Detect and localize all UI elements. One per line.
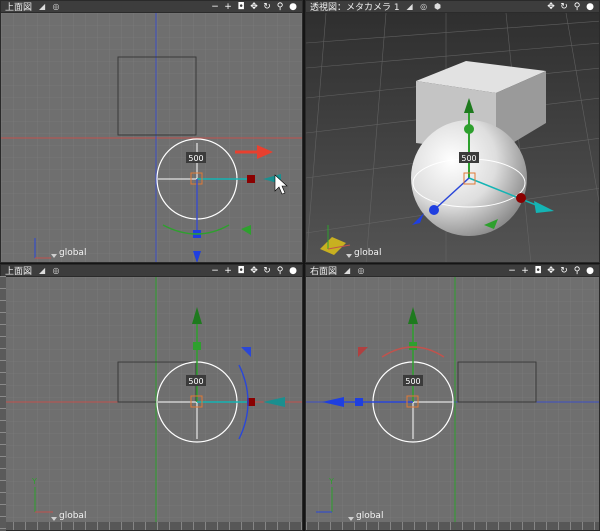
viewport-top-right[interactable]: 透視図：メタカメラ 1 ◢ ◎ ⬢ ✥ ↻ ⚲ ● 500 global [305,0,600,263]
camera-icon[interactable]: ◘ [533,266,543,276]
axis-label-y: Y [328,477,334,486]
zoom-icon[interactable]: ⚲ [572,2,582,12]
camera-icon[interactable]: ◘ [236,2,246,12]
cube-icon[interactable]: ⬢ [434,2,442,11]
display-mode-icon[interactable]: ◎ [52,2,60,11]
viewport-canvas[interactable]: 500 [306,13,600,263]
viewport-canvas[interactable]: 500 Y [1,277,303,531]
viewport-titlebar: 上面図 ◢ ◎ − + ◘ ✥ ↻ ⚲ ● [1,1,302,13]
render-sphere-icon[interactable]: ● [288,2,298,12]
coordinate-system-label[interactable]: global [59,248,86,258]
zoom-icon[interactable]: ⚲ [572,266,582,276]
zoom-in-icon[interactable]: + [520,266,530,276]
camera-icon[interactable]: ◘ [236,266,246,276]
pan-icon[interactable]: ✥ [546,266,556,276]
pan-icon[interactable]: ✥ [546,2,556,12]
zoom-out-icon[interactable]: − [210,266,220,276]
zoom-in-icon[interactable]: + [223,266,233,276]
render-sphere-icon[interactable]: ● [585,2,595,12]
display-mode-icon[interactable]: ◎ [357,266,365,275]
rotate-icon[interactable]: ↻ [559,2,569,12]
viewport-top-left[interactable]: 上面図 ◢ ◎ − + ◘ ✥ ↻ ⚲ ● 500 global [0,0,303,263]
zoom-out-icon[interactable]: − [210,2,220,12]
axis-label-y: Y [31,477,37,486]
viewport-titlebar: 透視図：メタカメラ 1 ◢ ◎ ⬢ ✥ ↻ ⚲ ● [306,1,599,13]
zoom-in-icon[interactable]: + [223,2,233,12]
global-dropdown-arrow[interactable] [348,517,354,521]
bottom-ruler [306,522,599,530]
pan-icon[interactable]: ✥ [249,2,259,12]
render-sphere-icon[interactable]: ● [585,266,595,276]
viewport-title: 右面図 [310,267,338,277]
viewport-canvas[interactable]: 500 Y [306,277,600,531]
global-dropdown-arrow[interactable] [51,254,57,258]
zoom-icon[interactable]: ⚲ [275,2,285,12]
z-scale-handle[interactable] [429,205,439,215]
viewport-title: 上面図 [5,3,33,13]
coordinate-system-label[interactable]: global [354,248,381,258]
size-label: 500 [405,377,420,386]
menu-icon[interactable]: ◢ [406,2,414,11]
bottom-ruler [1,522,302,530]
viewport-tools: − + ◘ ✥ ↻ ⚲ ● [507,266,595,276]
viewport-canvas[interactable]: 500 [1,13,303,263]
pan-icon[interactable]: ✥ [249,266,259,276]
viewport-title: 透視図：メタカメラ 1 [310,3,400,13]
rotate-icon[interactable]: ↻ [262,2,272,12]
viewport-tools: − + ◘ ✥ ↻ ⚲ ● [210,266,298,276]
y-scale-handle[interactable] [464,124,474,134]
menu-icon[interactable]: ◢ [38,2,46,11]
size-label: 500 [188,154,203,163]
viewport-titlebar: 上面図 ◢ ◎ − + ◘ ✥ ↻ ⚲ ● [1,265,302,277]
zoom-out-icon[interactable]: − [507,266,517,276]
display-mode-icon[interactable]: ◎ [52,266,60,275]
app-window: 上面図 ◢ ◎ − + ◘ ✥ ↻ ⚲ ● 500 global 透視図：メタカ… [0,0,600,531]
menu-icon[interactable]: ◢ [343,266,351,275]
left-ruler [0,276,6,531]
size-label: 500 [461,154,476,163]
size-label: 500 [188,377,203,386]
zoom-icon[interactable]: ⚲ [275,266,285,276]
display-mode-icon[interactable]: ◎ [420,2,428,11]
y-scale-handle[interactable] [409,342,417,350]
global-dropdown-arrow[interactable] [346,254,352,258]
viewport-tools: ✥ ↻ ⚲ ● [546,2,595,12]
render-sphere-icon[interactable]: ● [288,266,298,276]
viewport-bottom-right[interactable]: 右面図 ◢ ◎ − + ◘ ✥ ↻ ⚲ ● 500 Y global [305,264,600,531]
z-scale-handle[interactable] [355,398,363,406]
x-scale-handle[interactable] [247,175,255,183]
rotate-icon[interactable]: ↻ [262,266,272,276]
coordinate-system-label[interactable]: global [59,511,86,521]
global-dropdown-arrow[interactable] [51,517,57,521]
rotate-icon[interactable]: ↻ [559,266,569,276]
viewport-titlebar: 右面図 ◢ ◎ − + ◘ ✥ ↻ ⚲ ● [306,265,599,277]
y-scale-handle[interactable] [193,342,201,350]
x-scale-handle[interactable] [516,193,526,203]
viewport-title: 上面図 [5,267,33,277]
menu-icon[interactable]: ◢ [38,266,46,275]
coordinate-system-label[interactable]: global [356,511,383,521]
viewport-tools: − + ◘ ✥ ↻ ⚲ ● [210,2,298,12]
viewport-bottom-left[interactable]: 上面図 ◢ ◎ − + ◘ ✥ ↻ ⚲ ● 500 Y global [0,264,303,531]
